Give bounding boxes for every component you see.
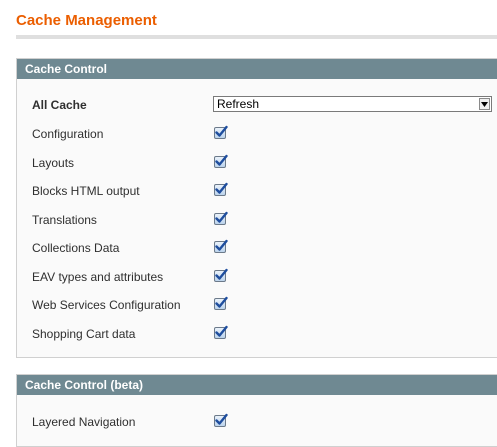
cache-type-row: Shopping Cart data xyxy=(32,325,492,343)
cache-type-row: EAV types and attributes xyxy=(32,268,492,286)
cache-control-section: Cache Control All Cache Refresh Configur… xyxy=(16,58,497,358)
cache-type-label: Translations xyxy=(32,212,97,227)
cache-type-checkbox[interactable] xyxy=(214,413,228,427)
cache-type-row: Collections Data xyxy=(32,239,492,257)
cache-control-beta-section: Cache Control (beta) Layered Navigation xyxy=(16,374,497,447)
title-divider xyxy=(16,35,497,39)
cache-type-row: Translations xyxy=(32,211,492,229)
cache-type-checkbox[interactable] xyxy=(214,296,228,310)
cache-type-checkbox[interactable] xyxy=(214,239,228,253)
cache-control-beta-header: Cache Control (beta) xyxy=(17,375,497,395)
cache-type-checkbox[interactable] xyxy=(214,125,228,139)
cache-type-row: Configuration xyxy=(32,125,492,143)
cache-type-row: Blocks HTML output xyxy=(32,182,492,200)
cache-type-label: Blocks HTML output xyxy=(32,184,140,198)
cache-type-row: Web Services Configuration xyxy=(32,296,492,314)
cache-type-label: Configuration xyxy=(32,127,104,141)
cache-type-label: Layouts xyxy=(32,155,75,170)
cache-type-checkbox[interactable] xyxy=(214,182,228,196)
cache-type-checkbox[interactable] xyxy=(214,268,228,282)
cache-type-checkbox[interactable] xyxy=(214,325,228,339)
cache-control-header: Cache Control xyxy=(17,59,497,79)
cache-type-row: Layered Navigation xyxy=(32,413,492,431)
cache-type-label: Layered Navigation xyxy=(32,415,136,429)
cache-type-label: EAV types and attributes xyxy=(32,269,164,284)
cache-type-label: Collections Data xyxy=(32,241,120,255)
cache-type-checkbox[interactable] xyxy=(214,154,228,168)
cache-type-label: Shopping Cart data xyxy=(32,326,136,341)
cache-type-label: Web Services Configuration xyxy=(32,298,181,312)
cache-type-row: Layouts xyxy=(32,154,492,172)
all-cache-select-value: Refresh xyxy=(217,97,260,111)
all-cache-row: All Cache Refresh xyxy=(32,96,492,114)
all-cache-select[interactable]: Refresh xyxy=(213,96,492,112)
page-title: Cache Management xyxy=(16,12,157,29)
cache-type-checkbox[interactable] xyxy=(214,211,228,225)
all-cache-label: All Cache xyxy=(32,98,87,112)
chevron-down-icon[interactable] xyxy=(479,98,490,110)
